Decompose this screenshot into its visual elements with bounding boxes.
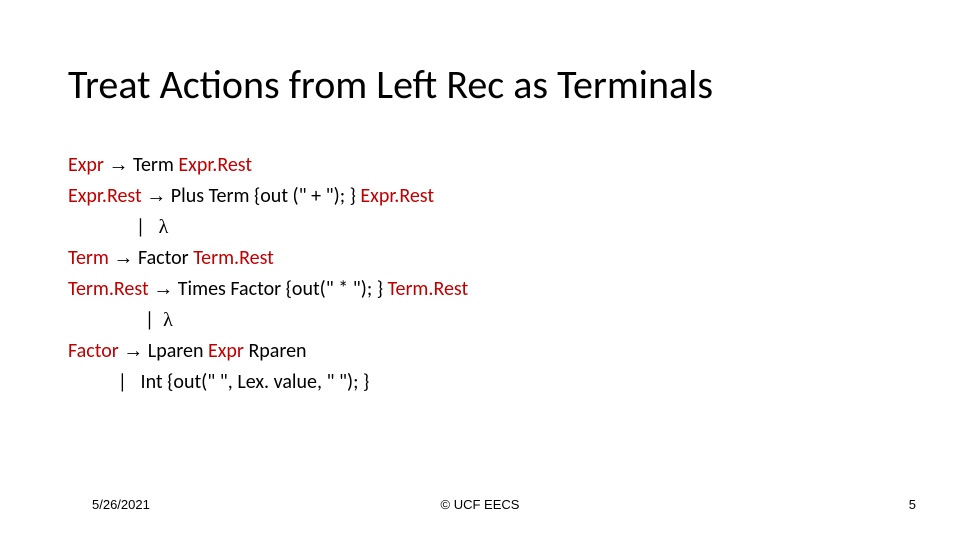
nonterminal: Factor <box>68 339 119 363</box>
footer-page-number: 5 <box>909 497 916 512</box>
nonterminal: Expr.Rest <box>68 184 142 208</box>
slide-title: Treat Actions from Left Rec as Terminals <box>68 60 713 109</box>
arrow-icon: → <box>108 154 128 176</box>
gap <box>154 308 163 332</box>
terminal: Factor <box>230 277 281 301</box>
terminal: Term <box>209 184 250 208</box>
alt-bar: | <box>118 370 127 394</box>
alt-bar: | <box>136 215 145 239</box>
grammar-line-1: Expr → Term Expr.Rest <box>68 150 468 181</box>
alt-bar: | <box>145 308 154 332</box>
footer-copyright: © UCF EECS <box>0 497 960 512</box>
semantic-action: {out(" * "); } <box>286 277 383 301</box>
grammar-line-3: | λ <box>68 212 468 243</box>
semantic-action: {out(" ", Lex. value, " "); } <box>167 370 369 394</box>
semantic-action: {out (" + "); } <box>254 184 356 208</box>
arrow-icon: → <box>146 185 166 207</box>
lambda-icon: λ <box>159 216 169 238</box>
grammar-block: Expr → Term Expr.Rest Expr.Rest → Plus T… <box>68 150 468 398</box>
slide: Treat Actions from Left Rec as Terminals… <box>0 0 960 540</box>
terminal: Term <box>133 153 174 177</box>
arrow-icon: → <box>153 278 173 300</box>
indent <box>68 370 118 394</box>
terminal: Plus <box>171 184 204 208</box>
grammar-line-2: Expr.Rest → Plus Term {out (" + "); } Ex… <box>68 181 468 212</box>
terminal: Lparen <box>148 339 204 363</box>
grammar-line-5: Term.Rest → Times Factor {out(" * "); } … <box>68 274 468 305</box>
terminal: Times <box>178 277 226 301</box>
terminal: Factor <box>138 246 189 270</box>
gap <box>127 370 141 394</box>
indent <box>68 215 136 239</box>
indent <box>68 308 145 332</box>
grammar-line-8: | Int {out(" ", Lex. value, " "); } <box>68 367 468 398</box>
lambda-icon: λ <box>163 309 173 331</box>
terminal: Rparen <box>248 339 306 363</box>
grammar-line-7: Factor → Lparen Expr Rparen <box>68 336 468 367</box>
nonterminal: Expr <box>68 153 104 177</box>
nonterminal: Term.Rest <box>68 277 149 301</box>
nonterminal: Term.Rest <box>388 277 469 301</box>
grammar-line-4: Term → Factor Term.Rest <box>68 243 468 274</box>
nonterminal: Expr.Rest <box>360 184 434 208</box>
gap <box>145 215 159 239</box>
nonterminal: Term.Rest <box>193 246 274 270</box>
terminal: Int <box>141 370 163 394</box>
nonterminal: Expr.Rest <box>178 153 252 177</box>
grammar-line-6: | λ <box>68 305 468 336</box>
nonterminal: Expr <box>208 339 244 363</box>
arrow-icon: → <box>113 247 133 269</box>
nonterminal: Term <box>68 246 109 270</box>
arrow-icon: → <box>123 340 143 362</box>
